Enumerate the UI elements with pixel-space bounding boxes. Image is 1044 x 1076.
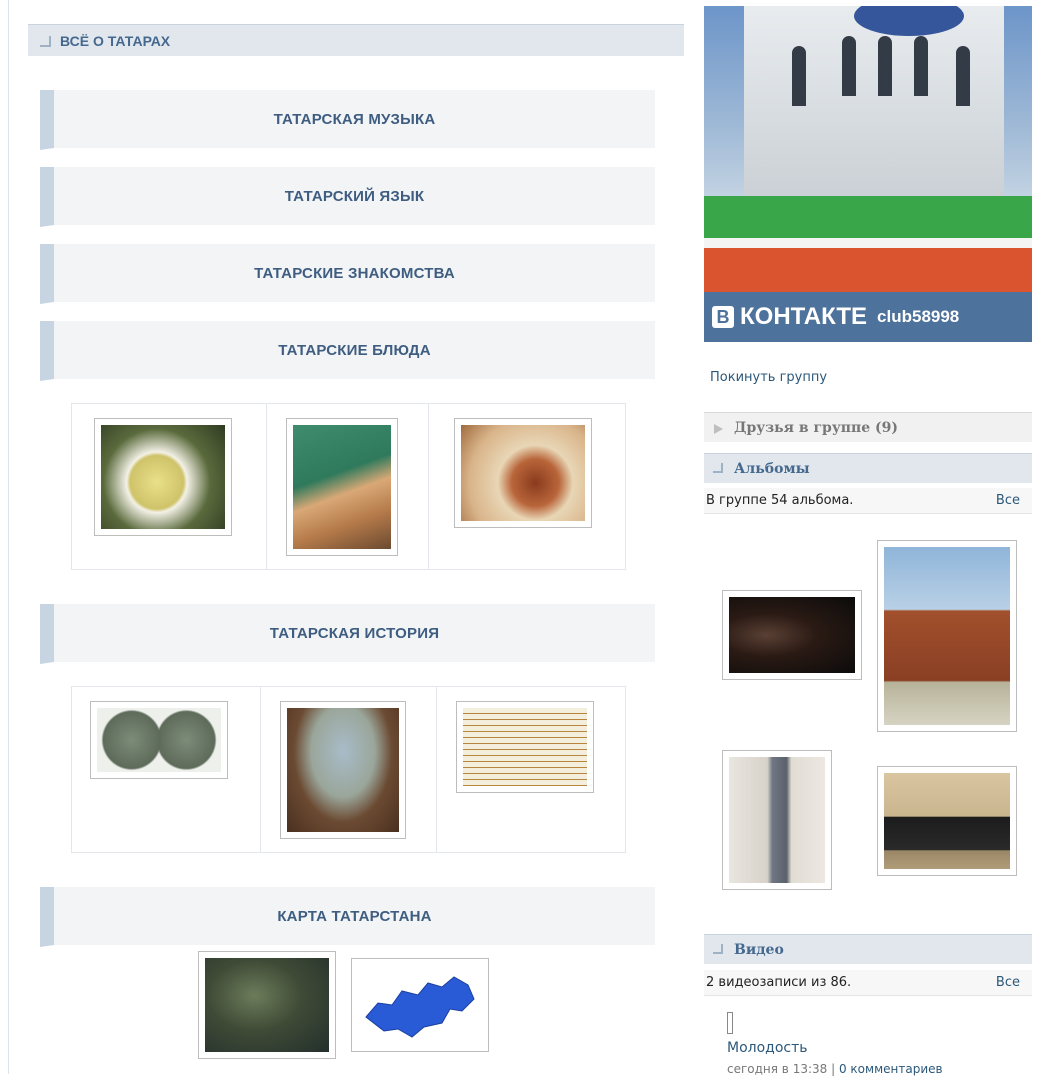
album-photo-couple[interactable]: [722, 590, 862, 680]
mosque-window: [878, 36, 892, 96]
menu-item-label: ТАТАРСКИЕ БЛЮДА: [278, 341, 431, 359]
menu-item-music[interactable]: ТАТАРСКАЯ МУЗЫКА: [40, 90, 655, 150]
mosque-dome: [854, 6, 964, 36]
expand-arrow-icon: [712, 420, 728, 436]
menu-item-label: ТАТАРСКАЯ ИСТОРИЯ: [269, 624, 440, 642]
tatarstan-flag: [704, 196, 1032, 296]
video-header[interactable]: Видео: [704, 934, 1032, 964]
menu-item-label: ТАТАРСКИЙ ЯЗЫК: [284, 187, 425, 205]
menu-item-label: ТАТАРСКАЯ МУЗЫКА: [273, 110, 436, 128]
menu-item-language[interactable]: ТАТАРСКИЙ ЯЗЫК: [40, 167, 655, 227]
albums-title: Альбомы: [734, 460, 810, 477]
mosque-window: [792, 46, 806, 106]
leave-group-link[interactable]: Покинуть группу: [710, 370, 827, 385]
banner-mosque: [744, 6, 1004, 206]
mosque-window: [914, 36, 928, 96]
video-all-link[interactable]: Все: [996, 975, 1020, 990]
menu-item-label: ТАТАРСКИЕ ЗНАКОМСТВА: [254, 264, 455, 282]
albums-header[interactable]: Альбомы: [704, 453, 1032, 483]
collapse-arrow-icon: [712, 461, 728, 477]
collapse-arrow-icon[interactable]: [38, 33, 54, 49]
map-photo-satellite[interactable]: [198, 951, 336, 1059]
map-photo-tatarstan[interactable]: [351, 958, 489, 1052]
album-photo-girl[interactable]: [722, 750, 832, 890]
menu-item-history[interactable]: ТАТАРСКАЯ ИСТОРИЯ: [40, 604, 655, 664]
video-summary-row: 2 видеозаписи из 86. Все: [704, 970, 1032, 996]
vk-brand-bar: В КОНТАКТЕ club58998: [704, 292, 1032, 342]
dish-photo-soup[interactable]: [94, 418, 232, 536]
video-title: Видео: [734, 941, 784, 958]
albums-summary-row: В группе 54 альбома. Все: [704, 488, 1032, 514]
albums-all-link[interactable]: Все: [996, 493, 1020, 508]
group-banner[interactable]: В КОНТАКТЕ club58998: [704, 6, 1032, 342]
dish-photo-tea[interactable]: [286, 418, 398, 556]
history-photo-ruins[interactable]: [280, 701, 406, 839]
video-thumbnail[interactable]: [727, 1012, 733, 1034]
tatarstan-map-shape: [365, 976, 475, 1038]
collapse-arrow-icon: [712, 942, 728, 958]
history-photo-coins[interactable]: [90, 701, 228, 779]
section-title: ВСЁ О ТАТАРАХ: [60, 32, 171, 49]
page-left-border: [8, 0, 9, 1074]
menu-item-label: КАРТА ТАТАРСТАНА: [277, 907, 432, 925]
friends-title: Друзья в группе (9): [734, 419, 899, 436]
menu-item-dishes[interactable]: ТАТАРСКИЕ БЛЮДА: [40, 321, 655, 381]
friends-header[interactable]: Друзья в группе (9): [704, 412, 1032, 442]
menu-item-map[interactable]: КАРТА ТАТАРСТАНА: [40, 887, 655, 947]
album-photo-mosque[interactable]: [877, 540, 1017, 732]
albums-summary: В группе 54 альбома.: [706, 493, 854, 508]
vk-club-id: club58998: [877, 307, 960, 326]
mosque-window: [842, 36, 856, 96]
section-header: ВСЁ О ТАТАРАХ: [28, 24, 684, 56]
mosque-window: [956, 46, 970, 106]
vk-name: КОНТАКТЕ: [740, 303, 868, 330]
album-photo-group[interactable]: [877, 766, 1017, 876]
dish-photo-pie[interactable]: [454, 418, 592, 528]
video-item-title[interactable]: Молодость: [727, 1040, 808, 1056]
video-summary: 2 видеозаписи из 86.: [706, 975, 852, 990]
dishes-gallery: [71, 403, 626, 570]
menu-item-dating[interactable]: ТАТАРСКИЕ ЗНАКОМСТВА: [40, 244, 655, 304]
history-photo-manuscript[interactable]: [456, 701, 594, 793]
vk-logo-icon: В: [712, 306, 734, 328]
history-gallery: [71, 686, 626, 853]
